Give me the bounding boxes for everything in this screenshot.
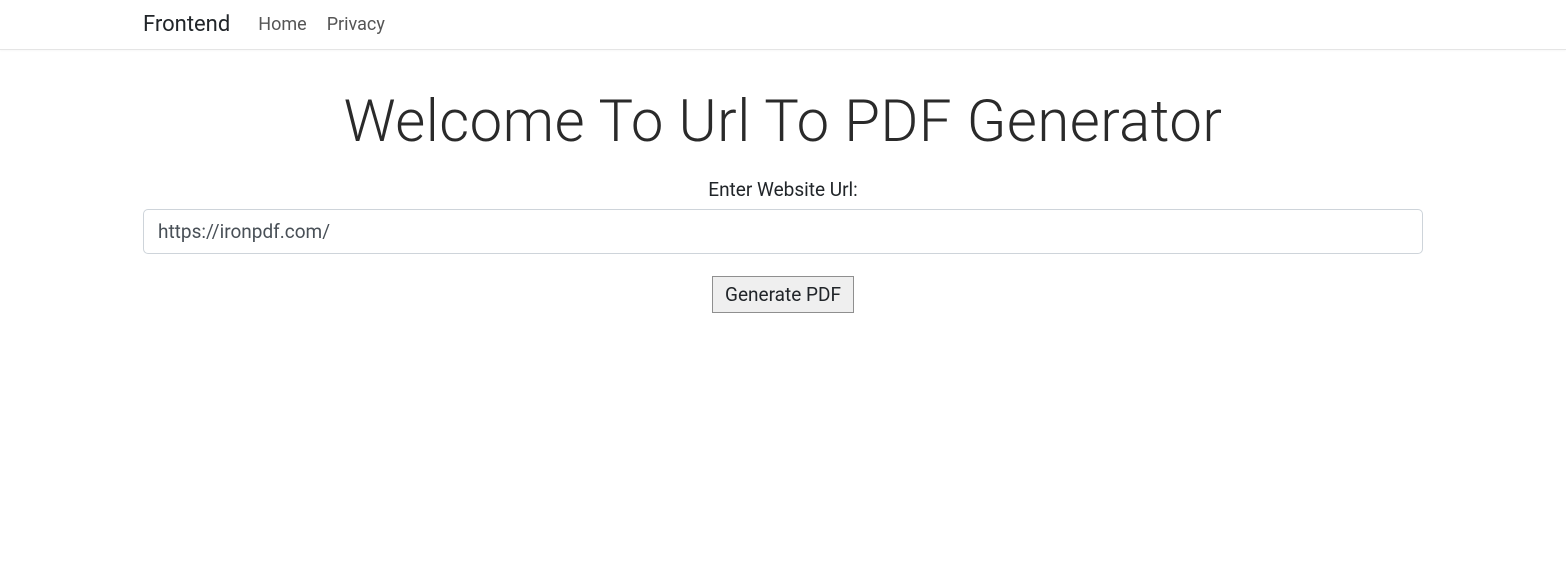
- generate-pdf-button[interactable]: Generate PDF: [712, 276, 854, 313]
- nav-link-privacy[interactable]: Privacy: [327, 14, 385, 35]
- navbar: Frontend Home Privacy: [0, 0, 1566, 50]
- brand-link[interactable]: Frontend: [143, 12, 230, 37]
- url-label: Enter Website Url:: [143, 178, 1423, 201]
- url-input[interactable]: [143, 209, 1423, 254]
- page-title: Welcome To Url To PDF Generator: [143, 88, 1423, 156]
- main-container: Welcome To Url To PDF Generator Enter We…: [83, 50, 1483, 333]
- nav-link-home[interactable]: Home: [258, 14, 306, 35]
- navbar-inner: Frontend Home Privacy: [83, 12, 1483, 37]
